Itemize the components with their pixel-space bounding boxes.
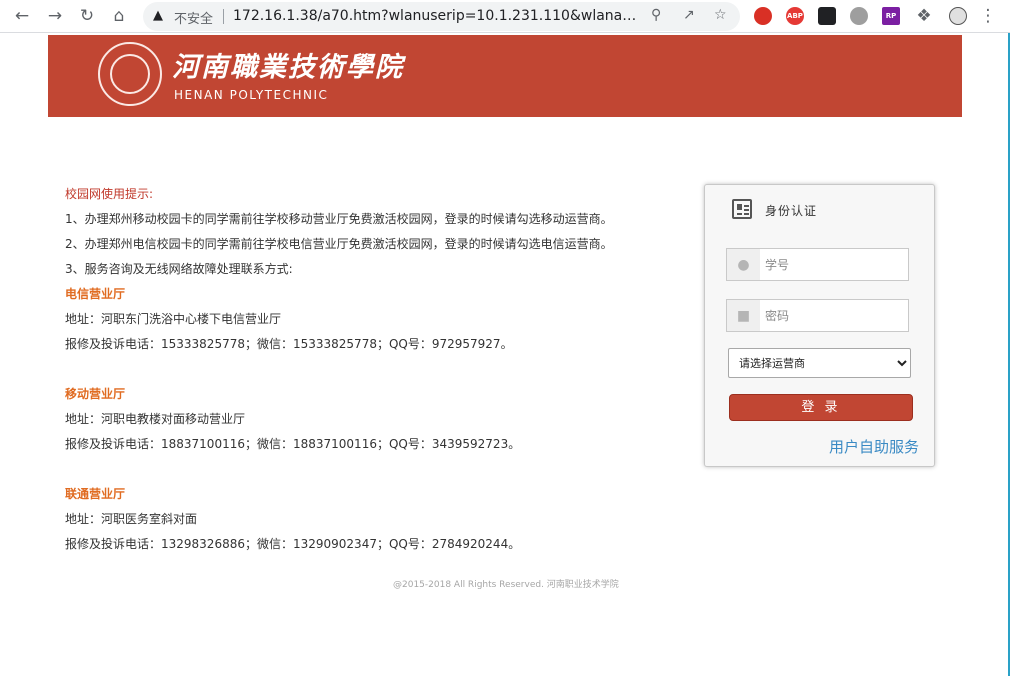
lock-icon: ■ [727, 300, 760, 331]
notice-item: 2、办理郑州电信校园卡的同学需前往学校电信营业厅免费激活校园网，登录的时候请勾选… [65, 237, 613, 251]
share-icon[interactable]: ↗ [683, 7, 695, 23]
login-button[interactable]: 登 录 [729, 394, 913, 421]
menu-icon[interactable]: ⋮ [977, 5, 999, 27]
hall-name-mobile: 移动营业厅 [65, 387, 126, 401]
hall-address: 地址：河职电教楼对面移动营业厅 [65, 412, 246, 426]
carrier-select[interactable]: 请选择运营商 [728, 348, 911, 378]
address-bar[interactable]: ▲ 不安全 172.16.1.38/a70.htm?wlanuserip=10.… [143, 2, 740, 31]
key-icon[interactable]: ⚲ [651, 7, 661, 23]
hall-contact: 报修及投诉电话：15333825778；微信：15333825778；QQ号：9… [65, 337, 513, 351]
college-seal-icon [98, 42, 162, 106]
copyright-text: @2015-2018 All Rights Reserved. 河南职业技术学院 [393, 580, 619, 590]
rp-extension-icon[interactable]: RP [882, 7, 900, 25]
insecure-label[interactable]: 不安全 [174, 8, 213, 27]
seal-inner-ring [110, 54, 150, 94]
username-field: ● [726, 248, 909, 281]
hall-contact: 报修及投诉电话：13298326886；微信：13290902347；QQ号：2… [65, 537, 521, 551]
abp-extension-icon[interactable]: ABP [786, 7, 804, 25]
url-text[interactable]: 172.16.1.38/a70.htm?wlanuserip=10.1.231.… [233, 8, 638, 24]
usage-notice: 校园网使用提示: 1、办理郑州移动校园卡的同学需前往学校移动营业厅免费激活校园网… [65, 186, 685, 561]
hall-address: 地址：河职医务室斜对面 [65, 512, 198, 526]
password-field: ■ [726, 299, 909, 332]
hall-contact: 报修及投诉电话：18837100116；微信：18837100116；QQ号：3… [65, 437, 521, 451]
hall-name-telecom: 电信营业厅 [65, 287, 126, 301]
username-input[interactable] [765, 255, 905, 274]
login-title: 身份认证 [765, 204, 818, 218]
puzzle-icon[interactable]: ❖ [913, 5, 935, 27]
browser-toolbar: ← → ↻ ⌂ ▲ 不安全 172.16.1.38/a70.htm?wlanus… [0, 0, 1010, 33]
avatar[interactable] [949, 7, 967, 25]
notice-item: 1、办理郑州移动校园卡的同学需前往学校移动营业厅免费激活校园网，登录的时候请勾选… [65, 212, 613, 226]
login-panel: 身份认证 ● ■ 请选择运营商 登 录 用户自助服务 [704, 184, 935, 467]
hall-name-unicom: 联通营业厅 [65, 487, 126, 501]
reload-icon[interactable]: ↻ [76, 5, 98, 27]
self-service-link[interactable]: 用户自助服务 [829, 436, 919, 457]
college-name-cn: 河南職業技術學院 [172, 52, 404, 83]
forward-icon[interactable]: → [44, 5, 66, 27]
college-name-en: HENAN POLYTECHNIC [174, 88, 329, 102]
circle-extension-icon[interactable] [850, 7, 868, 25]
header-banner: 河南職業技術學院 HENAN POLYTECHNIC [48, 35, 962, 117]
adblock-extension-icon[interactable] [754, 7, 772, 25]
extension-icon[interactable] [818, 7, 836, 25]
user-icon: ● [727, 249, 760, 280]
warning-icon[interactable]: ▲ [153, 8, 163, 23]
password-input[interactable] [765, 306, 905, 325]
hall-address: 地址：河职东门洗浴中心楼下电信营业厅 [65, 312, 282, 326]
star-icon[interactable]: ☆ [714, 7, 727, 23]
id-card-icon [732, 199, 752, 219]
home-icon[interactable]: ⌂ [108, 5, 130, 27]
notice-heading: 校园网使用提示: [65, 187, 154, 201]
notice-item: 3、服务咨询及无线网络故障处理联系方式: [65, 262, 293, 276]
address-divider [223, 9, 224, 24]
back-icon[interactable]: ← [11, 5, 33, 27]
